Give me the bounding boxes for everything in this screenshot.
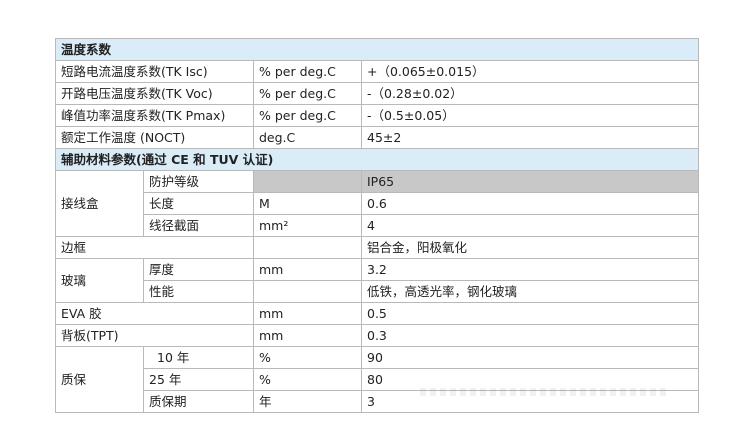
table-row: 质保 10 年 % 90 <box>55 346 700 413</box>
table-row: 峰值功率温度系数(TK Pmax) % per deg.C -（0.5±0.05… <box>55 104 700 127</box>
param-unit: % per deg.C <box>253 82 362 105</box>
param-sublabel: 防护等级 <box>143 170 254 193</box>
param-unit: % per deg.C <box>253 104 362 127</box>
param-value: 0.5 <box>360 302 700 325</box>
param-sublabel: 质保期 <box>143 390 254 413</box>
param-unit <box>253 280 362 303</box>
param-unit: mm <box>253 258 362 281</box>
table-row: 接线盒 防护等级 IP65 <box>55 170 700 237</box>
param-label: 额定工作温度 (NOCT) <box>55 126 254 149</box>
spec-table: 温度系数 短路电流温度系数(TK Isc) % per deg.C +（0.06… <box>54 38 700 413</box>
param-value: 3.2 <box>360 258 700 281</box>
param-sublabel: 25 年 <box>143 368 254 391</box>
table-row: EVA 胶 mm 0.5 <box>55 302 700 325</box>
param-unit <box>253 236 362 259</box>
param-unit: mm² <box>253 214 362 237</box>
param-unit: mm <box>253 324 362 347</box>
table-row: 短路电流温度系数(TK Isc) % per deg.C +（0.065±0.0… <box>55 60 700 83</box>
section-header-temperature: 温度系数 <box>54 38 700 61</box>
table-row: 长度 M 0.6 <box>56 192 700 215</box>
param-unit: 年 <box>253 390 362 413</box>
group-label-warranty: 质保 <box>55 346 144 413</box>
param-sublabel: 长度 <box>143 192 254 215</box>
param-label: 峰值功率温度系数(TK Pmax) <box>55 104 254 127</box>
param-sublabel: 厚度 <box>143 258 254 281</box>
group-label-glass: 玻璃 <box>55 258 144 303</box>
param-value: IP65 <box>360 170 700 193</box>
section-title-auxiliary: 辅助材料参数(通过 CE 和 TUV 认证) <box>54 148 700 171</box>
param-value: -（0.28±0.02） <box>360 82 700 105</box>
section-header-auxiliary: 辅助材料参数(通过 CE 和 TUV 认证) <box>54 148 700 171</box>
param-value: 45±2 <box>360 126 700 149</box>
param-value: 低铁，高透光率，钢化玻璃 <box>360 280 700 303</box>
table-row: 边框 铝合金，阳极氧化 <box>55 236 700 259</box>
param-label: 短路电流温度系数(TK Isc) <box>55 60 254 83</box>
param-value: +（0.065±0.015） <box>360 60 700 83</box>
param-label: 边框 <box>55 236 254 259</box>
param-unit: % <box>253 368 362 391</box>
param-value: 0.3 <box>360 324 700 347</box>
watermark-decoration <box>420 388 670 396</box>
table-row: 开路电压温度系数(TK Voc) % per deg.C -（0.28±0.02… <box>55 82 700 105</box>
param-label: 开路电压温度系数(TK Voc) <box>55 82 254 105</box>
param-value: 铝合金，阳极氧化 <box>360 236 700 259</box>
param-value: 90 <box>360 346 700 369</box>
param-unit: M <box>253 192 362 215</box>
section-title-temperature: 温度系数 <box>54 38 700 61</box>
table-row: 玻璃 厚度 mm 3.2 <box>55 258 700 303</box>
param-unit: mm <box>253 302 362 325</box>
param-value: 0.6 <box>360 192 700 215</box>
param-sublabel: 10 年 <box>143 346 254 369</box>
param-value: 4 <box>360 214 700 237</box>
param-unit <box>253 170 362 193</box>
table-row: 线径截面 mm² 4 <box>56 214 700 237</box>
param-unit: deg.C <box>253 126 362 149</box>
param-unit: % <box>253 346 362 369</box>
table-row: 背板(TPT) mm 0.3 <box>55 324 700 347</box>
param-value: -（0.5±0.05） <box>360 104 700 127</box>
group-label-junction-box: 接线盒 <box>55 170 144 237</box>
param-label: EVA 胶 <box>55 302 254 325</box>
table-row: 性能 低铁，高透光率，钢化玻璃 <box>56 280 700 303</box>
param-label: 背板(TPT) <box>55 324 254 347</box>
param-sublabel: 线径截面 <box>143 214 254 237</box>
param-unit: % per deg.C <box>253 60 362 83</box>
param-sublabel: 性能 <box>143 280 254 303</box>
table-row: 额定工作温度 (NOCT) deg.C 45±2 <box>55 126 700 149</box>
